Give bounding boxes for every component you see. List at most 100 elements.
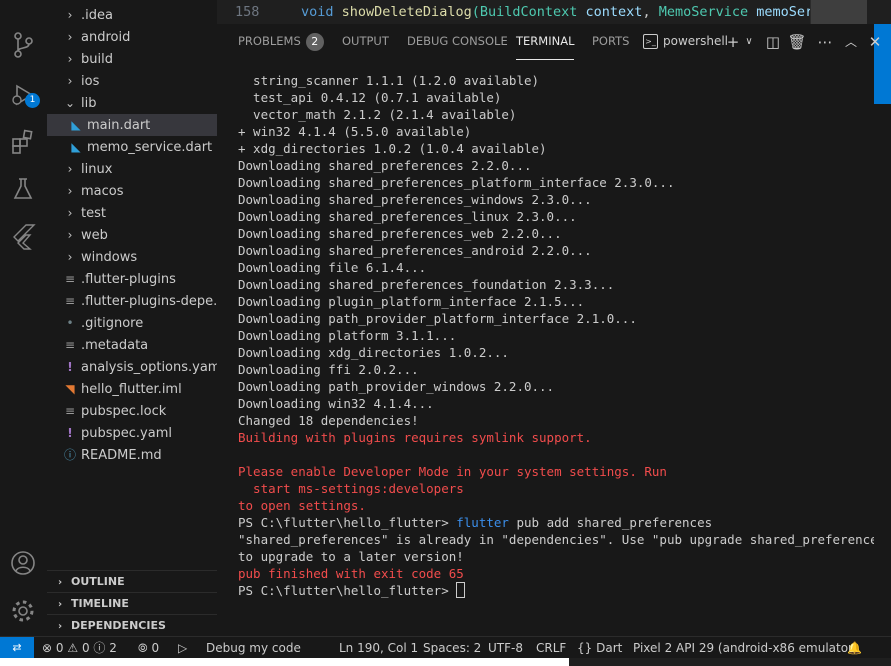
terminal-line: to open settings. xyxy=(238,498,366,513)
section-timeline[interactable]: › TIMELINE xyxy=(47,592,217,615)
terminal-line: Changed 18 dependencies! xyxy=(238,413,419,428)
ports-status[interactable]: ⦾ 0 xyxy=(138,637,159,659)
taskbar-edge xyxy=(0,658,891,666)
yaml-file-icon: ! xyxy=(67,426,73,440)
terminal-line: Downloading shared_preferences_linux 2.3… xyxy=(238,209,577,224)
accounts-icon[interactable] xyxy=(8,548,38,578)
explorer-item[interactable]: › linux xyxy=(47,158,217,180)
terminal-line: Downloading shared_preferences_platform_… xyxy=(238,175,675,190)
more-actions-icon[interactable]: ⋯ xyxy=(815,32,835,52)
explorer-item[interactable]: › macos xyxy=(47,180,217,202)
tab-output[interactable]: OUTPUT xyxy=(342,24,389,59)
code-paren: ( xyxy=(471,4,480,20)
tab-debug-console-label: DEBUG CONSOLE xyxy=(407,34,508,48)
source-control-icon[interactable] xyxy=(8,30,38,60)
explorer-item-label: web xyxy=(81,228,108,243)
tab-debug-console[interactable]: DEBUG CONSOLE xyxy=(407,24,508,59)
chevron-down-icon: ⌄ xyxy=(64,96,76,110)
readme-info-icon: ⓘ xyxy=(63,448,76,462)
section-outline[interactable]: › OUTLINE xyxy=(47,570,217,593)
chevron-right-icon: › xyxy=(57,599,63,610)
flutter-icon[interactable] xyxy=(8,221,38,251)
explorer-item[interactable]: ! analysis_options.yaml xyxy=(47,356,218,378)
tab-ports[interactable]: PORTS xyxy=(592,24,629,59)
kill-terminal-trash-icon[interactable]: 🗑 xyxy=(787,32,807,52)
explorer-item[interactable]: › web xyxy=(47,224,217,246)
terminal-shell-selector[interactable]: powershell xyxy=(663,24,728,59)
problems-count-badge: 2 xyxy=(305,33,324,51)
explorer-item[interactable]: ≡ .metadata xyxy=(47,334,217,356)
line-number: 158 xyxy=(235,4,260,20)
terminal-output[interactable]: string_scanner 1.1.1 (1.2.0 available) t… xyxy=(217,60,874,636)
explorer-item[interactable]: › windows xyxy=(47,246,217,268)
explorer-item-label: lib xyxy=(81,96,97,111)
section-dependencies[interactable]: › DEPENDENCIES xyxy=(47,614,217,636)
explorer-item[interactable]: › .idea xyxy=(47,4,217,26)
debug-status[interactable]: ▷ xyxy=(178,637,187,659)
error-count: 0 xyxy=(55,641,64,655)
panel-tab-bar: PROBLEMS 2 OUTPUT DEBUG CONSOLE TERMINAL … xyxy=(217,24,881,60)
split-terminal-icon[interactable]: ◫ xyxy=(763,32,783,52)
remote-indicator-icon[interactable]: ⇄ xyxy=(0,637,34,659)
explorer-item[interactable]: ◥ hello_flutter.iml xyxy=(47,378,217,400)
chevron-right-icon: › xyxy=(67,228,73,242)
explorer-item[interactable]: ≡ .flutter-plugins xyxy=(47,268,217,290)
explorer-item[interactable]: › android xyxy=(47,26,217,48)
code-function: showDeleteDialog xyxy=(341,4,472,20)
testing-icon[interactable] xyxy=(8,174,38,204)
minimap-slider[interactable] xyxy=(811,0,867,24)
file-lines-icon: ≡ xyxy=(64,338,76,352)
yaml-file-icon: ! xyxy=(67,360,73,374)
code-line[interactable]: void showDeleteDialog(BuildContext conte… xyxy=(301,0,813,24)
extensions-icon[interactable] xyxy=(8,127,38,157)
status-bar: ⇄ ⊗ 0 ⚠ 0 ⓘ 2 ⦾ 0 ▷ Debug my code Ln 190… xyxy=(0,636,891,659)
editor-area[interactable]: 158 void showDeleteDialog(BuildContext c… xyxy=(217,0,891,25)
explorer-item[interactable]: › build xyxy=(47,48,217,70)
explorer-item[interactable]: • .gitignore xyxy=(47,312,217,334)
code-param-1: context xyxy=(585,4,643,20)
problems-status[interactable]: ⊗ 0 ⚠ 0 ⓘ 2 xyxy=(42,637,117,659)
explorer-item[interactable]: ◣ main.dart xyxy=(47,114,217,136)
debug-config[interactable]: Debug my code xyxy=(206,637,301,659)
line-ending[interactable]: CRLF xyxy=(536,637,566,659)
debug-badge: 1 xyxy=(25,93,40,108)
terminal-line: Downloading path_provider_windows 2.2.0.… xyxy=(238,379,555,394)
tab-terminal[interactable]: TERMINAL xyxy=(516,24,575,60)
notifications-bell-icon[interactable]: 🔔 xyxy=(847,637,862,659)
code-keyword: void xyxy=(301,4,334,20)
terminal-line: pub finished with exit code 65 xyxy=(238,566,464,581)
explorer-item[interactable]: ! pubspec.yaml xyxy=(47,422,217,444)
explorer-item[interactable]: › test xyxy=(47,202,217,224)
maximize-panel-chevron-icon[interactable]: ︿ xyxy=(841,32,861,52)
explorer-item-label: README.md xyxy=(81,448,162,463)
terminal-line: Downloading shared_preferences_web 2.2.0… xyxy=(238,226,562,241)
file-lines-icon: ≡ xyxy=(64,294,76,308)
explorer-item[interactable]: ⌄ lib xyxy=(47,92,217,114)
cursor-position[interactable]: Ln 190, Col 1 xyxy=(339,637,418,659)
device-selector[interactable]: Pixel 2 API 29 (android-x86 emulator) xyxy=(633,637,858,659)
indentation[interactable]: Spaces: 2 xyxy=(423,637,481,659)
terminal-line: Downloading win32 4.1.4... xyxy=(238,396,434,411)
language-mode[interactable]: {} Dart xyxy=(577,637,622,659)
explorer-item[interactable]: ≡ pubspec.lock xyxy=(47,400,217,422)
terminal-line: Downloading xdg_directories 1.0.2... xyxy=(238,345,509,360)
encoding[interactable]: UTF-8 xyxy=(488,637,523,659)
explorer-item[interactable]: ≡ .flutter-plugins-depe... xyxy=(47,290,217,312)
code-type-1: BuildContext xyxy=(479,4,578,20)
minimap[interactable] xyxy=(810,0,891,24)
terminal-line: Downloading plugin_platform_interface 2.… xyxy=(238,294,585,309)
settings-gear-icon[interactable] xyxy=(8,596,38,626)
close-panel-icon[interactable]: ✕ xyxy=(865,32,885,52)
explorer-item[interactable]: ⓘ README.md xyxy=(47,444,217,466)
dart-file-icon: ◣ xyxy=(71,118,81,132)
code-type-2: MemoService xyxy=(658,4,749,20)
tab-problems[interactable]: PROBLEMS 2 xyxy=(238,24,324,59)
terminal-dropdown-chevron-icon[interactable]: ∨ xyxy=(739,32,759,52)
explorer-item-label: analysis_options.yaml xyxy=(81,360,218,375)
terminal-line: Downloading shared_preferences_android 2… xyxy=(238,243,592,258)
explorer-item[interactable]: ◣ memo_service.dart xyxy=(47,136,217,158)
explorer-item[interactable]: › ios xyxy=(47,70,217,92)
section-label: DEPENDENCIES xyxy=(71,619,166,632)
terminal-cursor[interactable] xyxy=(456,582,466,598)
ports-count: 0 xyxy=(151,641,160,655)
